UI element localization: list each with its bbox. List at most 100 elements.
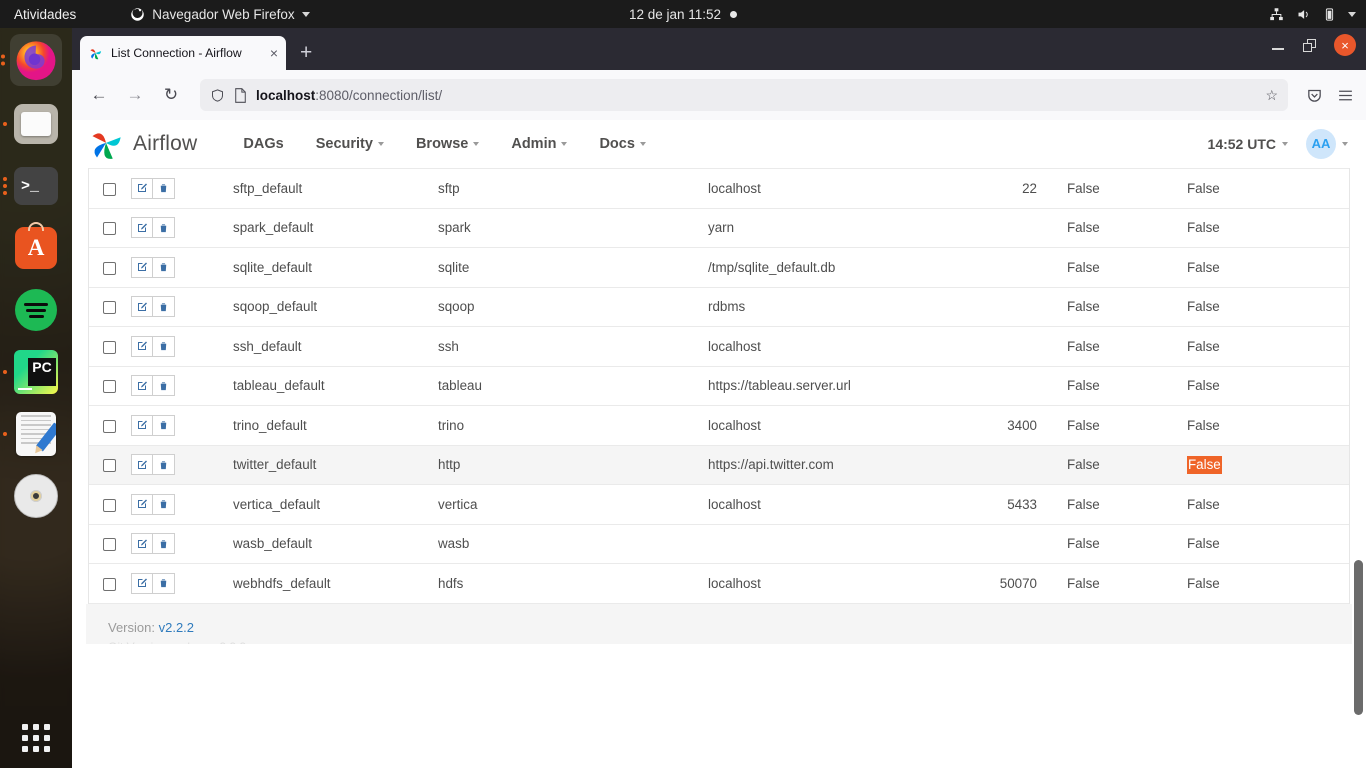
new-tab-button[interactable]: + xyxy=(300,41,312,65)
row-checkbox[interactable] xyxy=(102,498,116,512)
maximize-button[interactable] xyxy=(1303,38,1316,52)
edit-icon[interactable] xyxy=(131,572,153,594)
back-button[interactable]: ← xyxy=(84,80,114,110)
trash-icon[interactable] xyxy=(153,493,175,515)
row-checkbox[interactable] xyxy=(102,538,116,552)
table-row[interactable]: vertica_default vertica localhost 5433 False… xyxy=(89,484,1349,524)
reload-button[interactable]: ↻ xyxy=(156,80,186,110)
row-checkbox[interactable] xyxy=(102,419,116,433)
table-row[interactable]: trino_default trino localhost 3400 False Fals… xyxy=(89,405,1349,445)
address-bar[interactable]: localhost:8080/connection/list/ ☆ xyxy=(200,79,1288,111)
table-row[interactable]: spark_default spark yarn False False xyxy=(89,207,1349,248)
scrollbar-thumb[interactable] xyxy=(1354,560,1363,715)
url-text[interactable]: localhost:8080/connection/list/ xyxy=(256,88,1256,103)
edit-icon[interactable] xyxy=(131,375,153,397)
edit-icon[interactable] xyxy=(131,296,153,318)
trash-icon[interactable] xyxy=(153,296,175,318)
clock-area[interactable]: 12 de jan 11:52 xyxy=(553,7,813,22)
dock-item-pycharm[interactable]: PC xyxy=(3,348,60,396)
table-row[interactable]: twitter_default http https://api.twitter.c… xyxy=(89,444,1349,485)
edit-icon[interactable] xyxy=(131,454,153,476)
row-checkbox-cell[interactable] xyxy=(89,563,123,603)
row-checkbox[interactable] xyxy=(102,380,116,394)
row-checkbox[interactable] xyxy=(102,261,116,275)
nav-item-browse[interactable]: Browse xyxy=(400,136,495,152)
table-row[interactable]: ssh_default ssh localhost False False xyxy=(89,326,1349,366)
user-menu[interactable]: AA xyxy=(1306,128,1348,159)
row-checkbox-cell[interactable] xyxy=(89,168,123,208)
firefox-icon xyxy=(16,41,56,81)
trash-icon[interactable] xyxy=(153,256,175,278)
activities-button[interactable]: Atividades xyxy=(0,7,90,22)
airflow-brand[interactable]: Airflow xyxy=(88,126,197,162)
edit-icon[interactable] xyxy=(131,217,153,239)
system-tray[interactable] xyxy=(1269,0,1356,28)
table-row[interactable]: webhdfs_default hdfs localhost 50070 False Fa… xyxy=(89,563,1349,603)
row-checkbox[interactable] xyxy=(102,459,116,473)
row-checkbox[interactable] xyxy=(102,340,116,354)
edit-icon[interactable] xyxy=(131,493,153,515)
row-checkbox-cell[interactable] xyxy=(89,286,123,327)
close-icon[interactable]: × xyxy=(270,46,278,60)
trash-icon[interactable] xyxy=(153,572,175,594)
timezone-selector[interactable]: 14:52 UTC xyxy=(1208,136,1288,152)
row-checkbox[interactable] xyxy=(102,182,116,196)
shield-icon[interactable] xyxy=(210,88,225,103)
row-checkbox[interactable] xyxy=(102,222,116,236)
dock-item-ubuntu-software[interactable]: A xyxy=(12,222,60,272)
edit-icon[interactable] xyxy=(131,335,153,357)
trash-icon[interactable] xyxy=(153,335,175,357)
nav-item-admin[interactable]: Admin xyxy=(495,136,583,152)
dock-item-text-editor[interactable] xyxy=(3,410,60,458)
dock-item-spotify[interactable] xyxy=(12,286,60,334)
minimize-button[interactable] xyxy=(1271,40,1285,51)
menu-icon[interactable] xyxy=(1337,87,1354,104)
close-button[interactable]: × xyxy=(1334,34,1356,56)
dock-item-files[interactable] xyxy=(3,100,60,148)
row-checkbox-cell[interactable] xyxy=(89,247,123,287)
dock-item-firefox[interactable] xyxy=(1,34,62,86)
nav-item-security[interactable]: Security xyxy=(300,136,400,152)
trash-icon[interactable] xyxy=(153,375,175,397)
dock-item-terminal[interactable]: >_ xyxy=(3,162,60,210)
cell-conn-id: twitter_default xyxy=(233,444,438,485)
trash-icon[interactable] xyxy=(153,414,175,436)
table-row[interactable]: tableau_default tableau https://tableau.se… xyxy=(89,365,1349,406)
page-scrollbar[interactable] xyxy=(1353,120,1364,768)
row-checkbox[interactable] xyxy=(102,301,116,315)
row-checkbox-cell[interactable] xyxy=(89,444,123,485)
row-action-group xyxy=(131,572,175,594)
row-checkbox-cell[interactable] xyxy=(89,365,123,406)
bookmark-star-icon[interactable]: ☆ xyxy=(1265,87,1278,104)
dock-item-disc[interactable] xyxy=(12,472,60,520)
app-menu[interactable]: Navegador Web Firefox xyxy=(130,7,310,22)
trash-icon[interactable] xyxy=(153,533,175,555)
nav-item-dags[interactable]: DAGs xyxy=(227,136,299,152)
forward-button[interactable]: → xyxy=(120,80,150,110)
pocket-icon[interactable] xyxy=(1306,87,1323,104)
nav-item-docs[interactable]: Docs xyxy=(583,136,661,152)
row-checkbox-cell[interactable] xyxy=(89,326,123,366)
browser-tab[interactable]: List Connection - Airflow × xyxy=(80,36,286,70)
edit-icon[interactable] xyxy=(131,256,153,278)
trash-icon[interactable] xyxy=(153,177,175,199)
row-checkbox-cell[interactable] xyxy=(89,484,123,524)
row-checkbox-cell[interactable] xyxy=(89,405,123,445)
page-icon[interactable] xyxy=(234,87,247,103)
row-checkbox-cell[interactable] xyxy=(89,523,123,564)
show-applications-button[interactable] xyxy=(22,724,50,752)
row-checkbox[interactable] xyxy=(102,577,116,591)
edit-icon[interactable] xyxy=(131,177,153,199)
table-row[interactable]: wasb_default wasb False False xyxy=(89,523,1349,564)
edit-icon[interactable] xyxy=(131,414,153,436)
version-link[interactable]: v2.2.2 xyxy=(159,620,194,635)
trash-icon[interactable] xyxy=(153,217,175,239)
table-row[interactable]: sqlite_default sqlite/tmp/sqlite_default.… xyxy=(89,247,1349,287)
chevron-down-icon[interactable] xyxy=(1348,11,1356,17)
table-row[interactable]: sftp_default sftp localhost 22 False False xyxy=(89,168,1349,208)
edit-icon[interactable] xyxy=(131,533,153,555)
table-row[interactable]: sqoop_default sqoop rdbms False False xyxy=(89,286,1349,327)
row-checkbox-cell[interactable] xyxy=(89,207,123,248)
trash-icon[interactable] xyxy=(153,454,175,476)
row-actions-cell xyxy=(123,207,233,248)
